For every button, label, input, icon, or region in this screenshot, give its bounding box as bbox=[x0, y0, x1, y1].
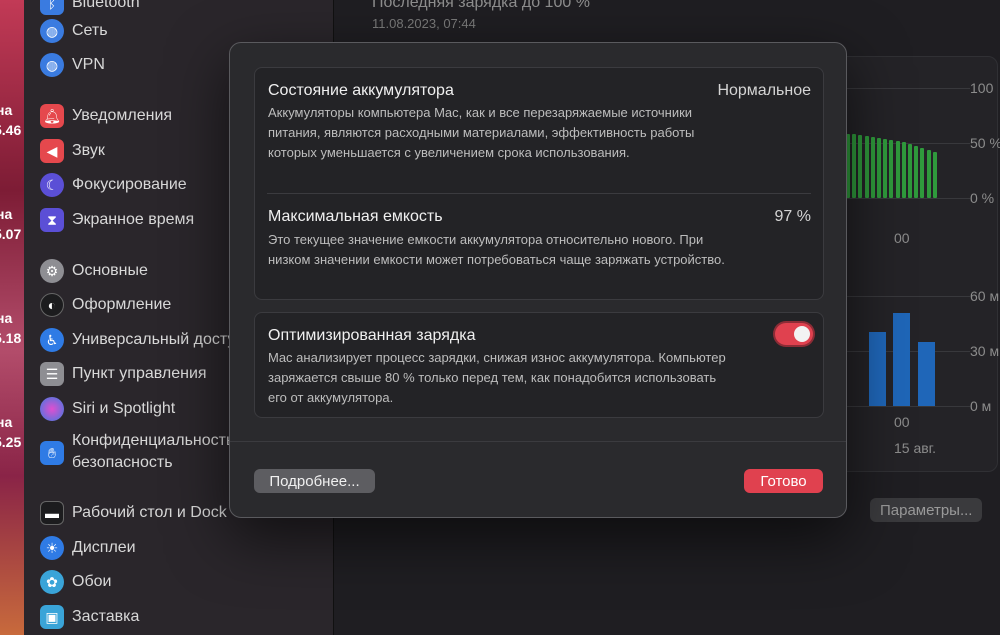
last-charge-date: 11.08.2023, 07:44 bbox=[372, 16, 476, 31]
desktop-widget-text: на bbox=[0, 310, 13, 326]
sidebar-item-label: Обои bbox=[72, 573, 112, 590]
battery-health-sheet: Состояние аккумулятора Нормальное Аккуму… bbox=[229, 42, 847, 518]
sidebar-item-label: Уведомления bbox=[72, 107, 173, 124]
battery-level-bar bbox=[920, 148, 925, 198]
battery-state-value: Нормальное bbox=[717, 82, 811, 99]
speaker-icon: ◀ bbox=[40, 139, 64, 163]
battery-state-description: Аккумуляторы компьютера Mac, как и все п… bbox=[268, 105, 695, 160]
optimized-charging-description: Mac анализирует процесс зарядки, снижая … bbox=[268, 350, 726, 405]
chart-tick-label: 0 м bbox=[970, 398, 992, 414]
sidebar-item-label: Экранное время bbox=[72, 211, 195, 228]
sidebar-item-label: Пункт управления bbox=[72, 365, 207, 382]
desktop-widget-text: 5.46 bbox=[0, 122, 22, 138]
sidebar-item-wallpaper[interactable]: ✿ Обои bbox=[40, 567, 330, 597]
hand-icon: ✋︎ bbox=[40, 441, 64, 465]
desktop-widget-text: 5.25 bbox=[0, 434, 22, 450]
battery-level-bar bbox=[901, 142, 906, 198]
optimized-charging-title: Оптимизированная зарядка bbox=[268, 327, 476, 344]
battery-level-bar bbox=[895, 141, 900, 198]
max-capacity-description: Это текущее значение емкости аккумулятор… bbox=[268, 232, 725, 267]
desktop-widget-text: 5.07 bbox=[0, 226, 22, 242]
moon-icon: ☾ bbox=[40, 173, 64, 197]
chart-tick-label: 50 % bbox=[970, 135, 1000, 151]
battery-level-bar bbox=[858, 135, 863, 198]
appearance-icon: ◐ bbox=[40, 293, 64, 317]
battery-state-title: Состояние аккумулятора bbox=[268, 82, 454, 99]
sun-icon: ☀ bbox=[40, 536, 64, 560]
control-center-icon: ☰ bbox=[40, 362, 64, 386]
sidebar-item-label: Дисплеи bbox=[72, 539, 136, 556]
toggle-knob bbox=[794, 326, 810, 342]
globe-icon: ◍ bbox=[40, 19, 64, 43]
chart-tick-label: 30 м bbox=[970, 343, 1000, 359]
desktop-widget-text: на bbox=[0, 102, 13, 118]
chart-x-label: 00 bbox=[894, 414, 910, 430]
sidebar-item-label: Bluetooth bbox=[72, 0, 140, 11]
sidebar-item-label: Универсальный доступ bbox=[72, 331, 245, 348]
optimized-charging-toggle[interactable] bbox=[775, 323, 813, 345]
flower-icon: ✿ bbox=[40, 570, 64, 594]
sidebar-item-label: Фокусирование bbox=[72, 176, 187, 193]
dock-icon: ▬ bbox=[40, 501, 64, 525]
sidebar-item-label: Конфиденциальность и bbox=[72, 432, 248, 449]
sidebar-item-label: Рабочий стол и Dock bbox=[72, 504, 227, 521]
chart-gridline bbox=[830, 143, 970, 144]
globe-icon: ◍ bbox=[40, 53, 64, 77]
bluetooth-icon: ᛒ bbox=[40, 0, 64, 15]
battery-level-bar bbox=[932, 152, 937, 198]
chart-gridline bbox=[830, 198, 970, 199]
sidebar-item-label: Заставка bbox=[72, 608, 140, 625]
chart-x-label: 00 bbox=[894, 230, 910, 246]
sidebar-item-label: Сеть bbox=[72, 22, 108, 39]
chart-gridline bbox=[830, 88, 970, 89]
battery-level-bar bbox=[889, 140, 894, 198]
sidebar-item-label: VPN bbox=[72, 56, 105, 73]
chart-date-label: 15 авг. bbox=[894, 440, 936, 456]
done-button[interactable]: Готово bbox=[744, 469, 823, 493]
sheet-divider bbox=[230, 441, 846, 442]
siri-icon bbox=[40, 397, 64, 421]
battery-level-bar bbox=[914, 146, 919, 198]
usage-bar bbox=[893, 313, 910, 406]
usage-bar bbox=[918, 342, 935, 406]
chart-gridline bbox=[830, 406, 970, 407]
hourglass-icon: ⧗ bbox=[40, 208, 64, 232]
chart-tick-label: 100 bbox=[970, 80, 994, 96]
battery-level-bar bbox=[852, 134, 857, 198]
chart-tick-label: 0 % bbox=[970, 190, 995, 206]
sidebar-item-displays[interactable]: ☀ Дисплеи bbox=[40, 533, 330, 563]
optimized-charging-card: Оптимизированная зарядка Mac анализирует… bbox=[254, 312, 824, 418]
parameters-button[interactable]: Параметры... bbox=[870, 498, 983, 522]
sidebar-item-screensaver[interactable]: ▣ Заставка bbox=[40, 602, 330, 632]
more-info-button[interactable]: Подробнее... bbox=[254, 469, 375, 493]
sidebar-item-label: Основные bbox=[72, 262, 148, 279]
desktop-widget-text: на bbox=[0, 414, 13, 430]
screensaver-icon: ▣ bbox=[40, 605, 64, 629]
battery-level-bar bbox=[864, 136, 869, 198]
chart-gridline bbox=[830, 296, 970, 297]
sidebar-item-label-group: Конфиденциальность и безопасность bbox=[72, 430, 248, 474]
card-divider bbox=[267, 193, 811, 194]
battery-level-bar bbox=[883, 139, 888, 198]
chart-tick-label: 60 м bbox=[970, 288, 1000, 304]
gear-icon: ⚙ bbox=[40, 259, 64, 283]
desktop-widget-text: 5.18 bbox=[0, 330, 22, 346]
last-charge-title: Последняя зарядка до 100 % bbox=[372, 0, 590, 11]
accessibility-icon: ♿︎ bbox=[40, 328, 64, 352]
usage-bar bbox=[869, 332, 886, 406]
battery-info-card: Состояние аккумулятора Нормальное Аккуму… bbox=[254, 67, 824, 300]
desktop-wallpaper: на 5.46 на 5.07 на 5.18 на 5.25 bbox=[0, 0, 24, 635]
max-capacity-value: 97 % bbox=[774, 208, 811, 225]
sidebar-item-label: Siri и Spotlight bbox=[72, 400, 176, 417]
sidebar-item-label: Звук bbox=[72, 142, 105, 159]
max-capacity-title: Максимальная емкость bbox=[268, 208, 443, 225]
battery-level-bar bbox=[877, 138, 881, 198]
desktop-widget-text: на bbox=[0, 206, 13, 222]
battery-level-bar bbox=[908, 144, 912, 198]
sidebar-item-label: Оформление bbox=[72, 296, 172, 313]
bell-icon: 🔔︎ bbox=[40, 104, 64, 128]
battery-level-bar bbox=[926, 150, 931, 198]
sidebar-item-label: безопасность bbox=[72, 454, 173, 471]
battery-level-bar bbox=[870, 137, 875, 198]
